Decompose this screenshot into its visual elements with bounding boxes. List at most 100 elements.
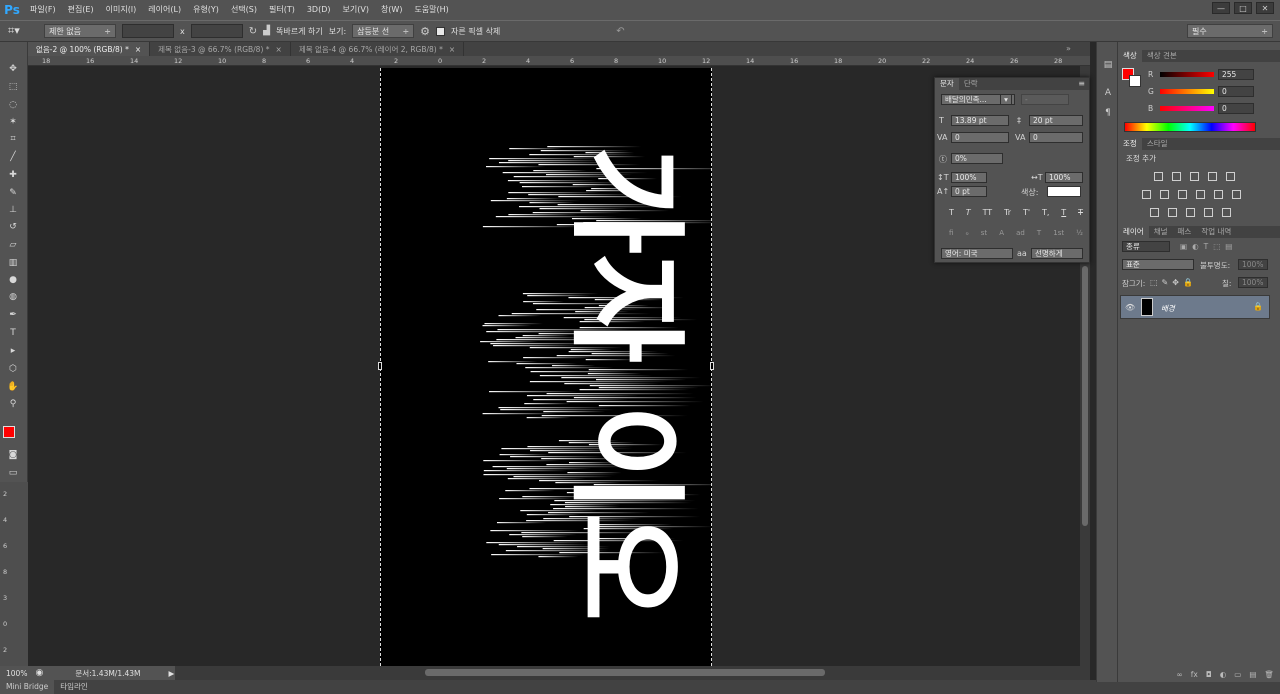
transform-handle-left[interactable] [378,362,382,370]
vertical-scale-field[interactable]: 100% [951,172,987,183]
clone-stamp-icon[interactable]: ⊥ [6,203,20,217]
faux-bold-button[interactable]: T [949,208,954,217]
menu-filter[interactable]: 필터(T) [263,0,301,20]
minimize-button[interactable]: — [1212,2,1230,14]
tab-document-2[interactable]: 없음-2 @ 100% (RGB/8) * × [28,42,151,56]
view-select[interactable]: 삼등분 선 ÷ [352,24,415,38]
adjustment-preset-icon[interactable] [1208,172,1217,181]
crop-tool-preset-icon[interactable]: ⌗▾ [8,24,30,38]
history-brush-icon[interactable]: ↺ [6,220,20,234]
tab-overflow-icon[interactable]: » [1066,44,1071,53]
tab-timeline[interactable]: 타임라인 [54,680,94,694]
tab-paragraph[interactable]: 단락 [959,78,983,90]
path-select-icon[interactable]: ▸ [6,344,20,358]
menu-edit[interactable]: 편집(E) [62,0,100,20]
tab-color[interactable]: 색상 [1118,50,1142,62]
ratio-select[interactable]: 제한 없음 ÷ [44,24,116,38]
screen-mode-icon[interactable]: ▭ [6,466,20,480]
tab-paths[interactable]: 패스 [1173,226,1197,238]
transform-handle-right[interactable] [710,362,714,370]
vertical-scroll-thumb[interactable] [1082,266,1088,526]
adjustment-preset-icon[interactable] [1172,172,1181,181]
history-panel-icon[interactable]: ▤ [1101,58,1115,72]
green-value[interactable]: 0 [1218,86,1254,97]
brush-tool-icon[interactable]: ✎ [6,186,20,200]
close-icon[interactable]: × [449,45,455,54]
menu-image[interactable]: 이미지(I) [100,0,143,20]
tab-document-3[interactable]: 제목 없음-3 @ 66.7% (RGB/8) * × [150,42,291,56]
menu-help[interactable]: 도움말(H) [408,0,454,20]
background-color-chip[interactable] [1129,75,1141,87]
status-info-icon[interactable]: ◉ [35,668,43,678]
adjustment-preset-icon[interactable] [1168,208,1177,217]
straighten-icon[interactable]: ▟ [263,26,270,36]
straighten-button[interactable]: 똑바르게 하기 [276,26,323,37]
baseline-shift-field[interactable]: 0 pt [951,186,987,197]
adjustment-preset-icon[interactable] [1196,190,1205,199]
zoom-level[interactable]: 100% [6,669,27,678]
horizontal-scrollbar[interactable] [175,666,1090,680]
tab-styles[interactable]: 스타일 [1142,138,1173,150]
adjustment-preset-icon[interactable] [1150,208,1159,217]
layer-filter-icons[interactable]: ▣◐T⬚▤ [1180,242,1237,251]
tab-layers[interactable]: 레이어 [1118,226,1149,238]
menu-select[interactable]: 선택(S) [225,0,263,20]
tab-channels[interactable]: 채널 [1149,226,1173,238]
titling-alt-button[interactable]: T [1037,229,1041,237]
status-menu-button[interactable]: ▶ [169,669,175,678]
eraser-icon[interactable]: ▱ [6,238,20,252]
reset-icon[interactable]: ↶ [616,26,624,37]
subscript-button[interactable]: T, [1042,208,1049,217]
menu-type[interactable]: 유형(Y) [187,0,225,20]
gear-icon[interactable]: ⚙ [420,25,430,38]
horizontal-scale-field[interactable]: 100% [1045,172,1083,183]
ordinals-button[interactable]: 1st [1053,229,1064,237]
menu-layer[interactable]: 레이어(L) [142,0,187,20]
gradient-tool-icon[interactable]: ▥ [6,256,20,270]
height-field[interactable] [190,24,243,38]
new-layer-icon[interactable]: ▤ [1249,670,1256,682]
eyedropper-icon[interactable]: ╱ [6,150,20,164]
underline-button[interactable]: T [1061,208,1066,217]
fill-field[interactable]: 100% [1238,277,1268,288]
adjustment-layer-icon[interactable]: ◐ [1220,670,1227,682]
character-panel-icon[interactable]: A [1101,86,1115,100]
font-size-field[interactable]: 13.89 pt [951,115,1009,126]
marquee-tool-icon[interactable]: ⬚ [6,80,20,94]
adjustment-preset-icon[interactable] [1190,172,1199,181]
adjustment-preset-icon[interactable] [1232,190,1241,199]
fractions-button[interactable]: ½ [1076,229,1083,237]
adjustment-preset-icon[interactable] [1154,172,1163,181]
strikethrough-button[interactable]: T [1078,208,1083,217]
tab-character[interactable]: 문자 [935,78,959,90]
blend-mode-select[interactable]: 표준 [1122,259,1194,270]
menu-file[interactable]: 파일(F) [24,0,62,20]
hand-tool-icon[interactable]: ✋ [6,380,20,394]
all-caps-button[interactable]: TT [983,208,993,217]
ligature-button[interactable]: fi [949,229,953,237]
restore-button[interactable]: □ [1234,2,1252,14]
swash-button[interactable]: A [999,229,1004,237]
link-layers-icon[interactable]: ∞ [1176,670,1182,682]
tab-history[interactable]: 작업 내역 [1196,226,1236,238]
layer-row-background[interactable]: 👁 배경 🔒 [1120,295,1270,319]
close-icon[interactable]: × [135,45,141,54]
layer-filter-select[interactable]: 종류 [1122,241,1170,252]
tab-document-4[interactable]: 제목 없음-4 @ 66.7% (레이어 2, RGB/8) * × [290,42,465,56]
green-slider[interactable] [1160,89,1214,94]
tab-swatches[interactable]: 색상 견본 [1142,50,1182,62]
width-field[interactable] [122,24,174,38]
panel-menu-icon[interactable]: ≡ [1078,79,1085,88]
menu-window[interactable]: 창(W) [375,0,409,20]
blue-value[interactable]: 0 [1218,103,1254,114]
anti-alias-select[interactable]: 선명하게 [1031,248,1083,259]
stylistic-alt-button[interactable]: ad [1016,229,1025,237]
leading-field[interactable]: 20 pt [1029,115,1083,126]
opacity-field[interactable]: 100% [1238,259,1268,270]
adjustment-preset-icon[interactable] [1142,190,1151,199]
blue-slider[interactable] [1160,106,1214,111]
adjustment-preset-icon[interactable] [1178,190,1187,199]
language-select[interactable]: 영어: 미국 [941,248,1013,259]
adjustment-preset-icon[interactable] [1186,208,1195,217]
paragraph-panel-icon[interactable]: ¶ [1101,106,1115,120]
